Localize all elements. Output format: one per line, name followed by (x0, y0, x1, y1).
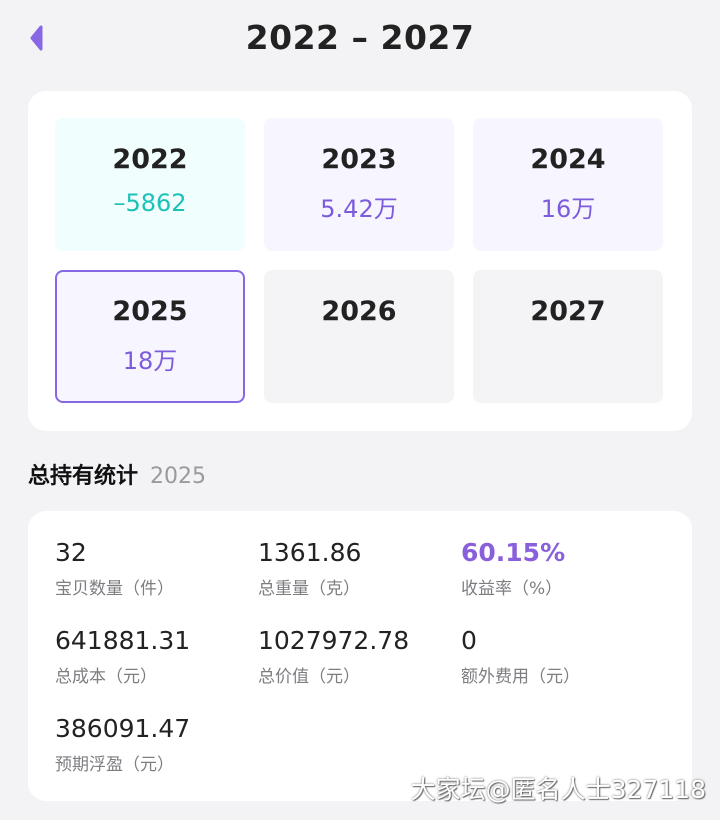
year-value: –5862 (113, 189, 187, 217)
stat-label: 总成本（元） (55, 667, 157, 687)
stat-item-count: 32 宝贝数量（件） (55, 538, 174, 599)
watermark: 大家坛@匿名人士327118 (410, 775, 706, 804)
year-tile-2025[interactable]: 2025 18万 (55, 270, 245, 403)
section-title: 总持有统计 (28, 464, 139, 489)
section-heading: 总持有统计 2025 (28, 458, 206, 490)
stat-value: 60.15% (461, 538, 566, 567)
page: 2022 – 2027 2022 –5862 2023 5.42万 2024 1… (0, 0, 720, 820)
stat-label: 收益率（%） (461, 579, 563, 599)
year-tile-2023[interactable]: 2023 5.42万 (264, 118, 454, 251)
year-tile-2026[interactable]: 2026 (264, 270, 454, 403)
stat-label: 宝贝数量（件） (55, 579, 174, 599)
year-label: 2023 (321, 144, 397, 175)
year-value: 18万 (122, 347, 178, 375)
year-grid: 2022 –5862 2023 5.42万 2024 16万 2025 18万 … (55, 118, 663, 403)
year-tile-2022[interactable]: 2022 –5862 (55, 118, 245, 251)
stat-label: 额外费用（元） (461, 667, 580, 687)
year-tile-2024[interactable]: 2024 16万 (473, 118, 663, 251)
stat-total-weight: 1361.86 总重量（克） (258, 538, 361, 599)
stat-label: 总价值（元） (258, 667, 360, 687)
year-value: 16万 (540, 195, 596, 223)
stat-value: 641881.31 (55, 626, 191, 655)
stats-card: 32 宝贝数量（件） 1361.86 总重量（克） 60.15% 收益率（%） … (28, 511, 692, 801)
stat-value: 1027972.78 (258, 626, 410, 655)
year-tile-2027[interactable]: 2027 (473, 270, 663, 403)
year-label: 2026 (321, 296, 397, 327)
year-label: 2022 (112, 144, 188, 175)
year-label: 2025 (112, 296, 188, 327)
page-title: 2022 – 2027 (245, 18, 475, 57)
year-label: 2024 (530, 144, 606, 175)
stat-value: 32 (55, 538, 87, 567)
stat-value: 386091.47 (55, 714, 191, 743)
stat-return-rate: 60.15% 收益率（%） (461, 538, 565, 599)
stat-value: 1361.86 (258, 538, 362, 567)
year-label: 2027 (530, 296, 606, 327)
stat-extra-fees: 0 额外费用（元） (461, 626, 580, 687)
stat-total-cost: 641881.31 总成本（元） (55, 626, 190, 687)
section-year: 2025 (150, 464, 207, 489)
stat-value: 0 (461, 626, 477, 655)
year-range-card: 2022 –5862 2023 5.42万 2024 16万 2025 18万 … (28, 91, 692, 431)
stat-total-value: 1027972.78 总价值（元） (258, 626, 409, 687)
stat-expected-profit: 386091.47 预期浮盈（元） (55, 714, 190, 775)
stat-label: 预期浮盈（元） (55, 755, 174, 775)
stat-label: 总重量（克） (258, 579, 360, 599)
year-value: 5.42万 (320, 195, 398, 223)
header: 2022 – 2027 (0, 0, 720, 80)
